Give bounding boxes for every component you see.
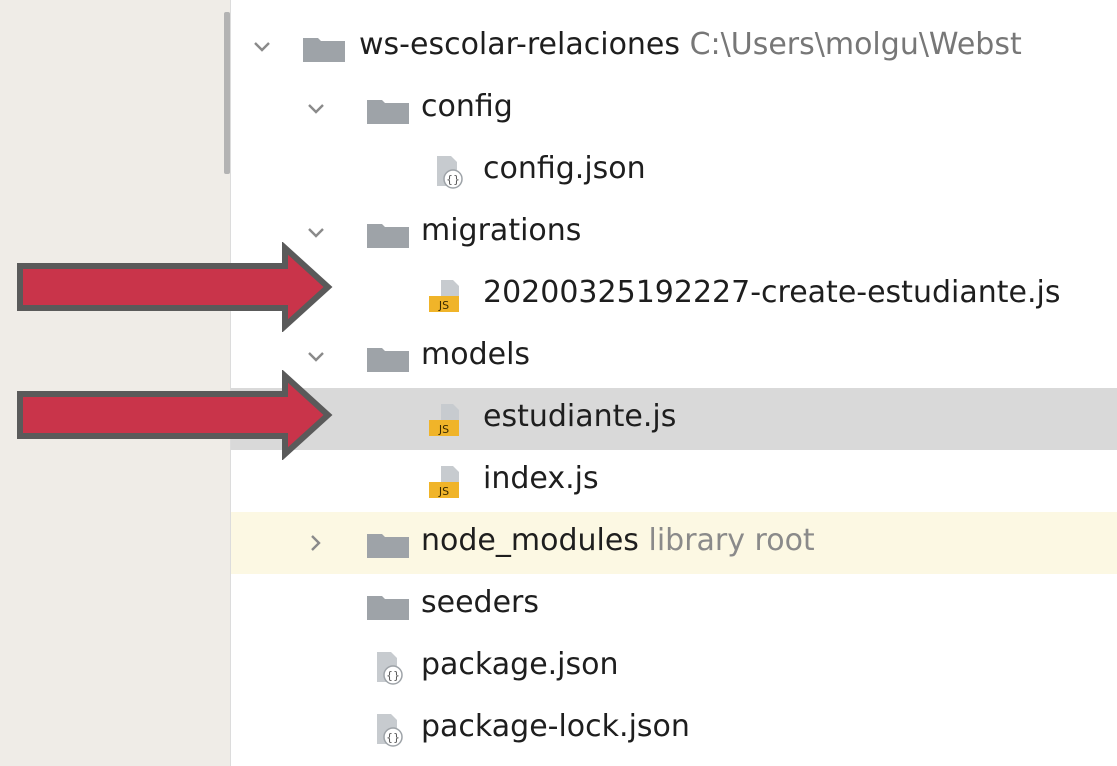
folder-icon [367,345,409,372]
js-file-icon: JS [427,400,467,440]
folder-icon [367,593,409,620]
library-root-hint: library root [648,523,815,558]
project-tree-panel: ws-escolar-relaciones C:\Users\molgu\Web… [230,0,1117,766]
js-file-icon: JS [427,276,467,316]
tree-item-package-lock[interactable]: {} package-lock.json [231,698,1117,760]
json-badge: {} [386,731,400,744]
chevron-right-icon[interactable] [301,528,331,558]
tree-item-label: config [421,89,513,124]
tree-item-estudiante[interactable]: JS estudiante.js [231,388,1117,450]
tree-item-label: seeders [421,585,540,620]
folder-icon [367,531,409,558]
json-file-icon: {} [371,648,411,688]
json-badge: {} [386,669,400,682]
project-path: C:\Users\molgu\Webst [689,27,1022,62]
tree-item-label: node_modules library root [421,523,815,558]
json-badge: {} [446,173,460,186]
tree-item-label: config.json [483,151,646,186]
chevron-down-icon[interactable] [301,342,331,372]
tree-item-config[interactable]: config [231,78,1117,140]
json-file-icon: {} [431,152,471,192]
node-modules-name: node_modules [421,523,639,558]
screenshot: ws-escolar-relaciones C:\Users\molgu\Web… [0,0,1117,766]
tree-item-label: 20200325192227-create-estudiante.js [483,275,1061,310]
js-badge: JS [438,485,449,498]
tree-item-label: index.js [483,461,599,496]
project-tree: ws-escolar-relaciones C:\Users\molgu\Web… [231,16,1117,760]
tree-item-node-modules[interactable]: node_modules library root [231,512,1117,574]
chevron-down-icon[interactable] [301,94,331,124]
project-name: ws-escolar-relaciones [359,27,681,62]
annotation-arrow-migration [0,242,340,332]
tree-item-project-root[interactable]: ws-escolar-relaciones C:\Users\molgu\Web… [231,16,1117,78]
folder-icon [367,221,409,248]
tree-item-config-json[interactable]: {} config.json [231,140,1117,202]
js-badge: JS [438,299,449,312]
folder-icon [367,97,409,124]
tree-item-index[interactable]: JS index.js [231,450,1117,512]
js-badge: JS [438,423,449,436]
tree-item-label: package.json [421,647,619,682]
tree-item-migrations[interactable]: migrations [231,202,1117,264]
json-file-icon: {} [371,710,411,750]
tree-item-label: package-lock.json [421,709,690,744]
tree-item-label: estudiante.js [483,399,677,434]
tree-item-label: migrations [421,213,582,248]
tree-item-package-json[interactable]: {} package.json [231,636,1117,698]
tree-item-models[interactable]: models [231,326,1117,388]
tree-item-label: models [421,337,531,372]
annotation-arrow-estudiante [0,370,340,460]
js-file-icon: JS [427,462,467,502]
project-root-label: ws-escolar-relaciones C:\Users\molgu\Web… [359,27,1022,62]
folder-icon [303,35,345,62]
chevron-down-icon[interactable] [247,32,277,62]
tree-item-seeders[interactable]: seeders [231,574,1117,636]
tree-item-migration-file[interactable]: JS 20200325192227-create-estudiante.js [231,264,1117,326]
